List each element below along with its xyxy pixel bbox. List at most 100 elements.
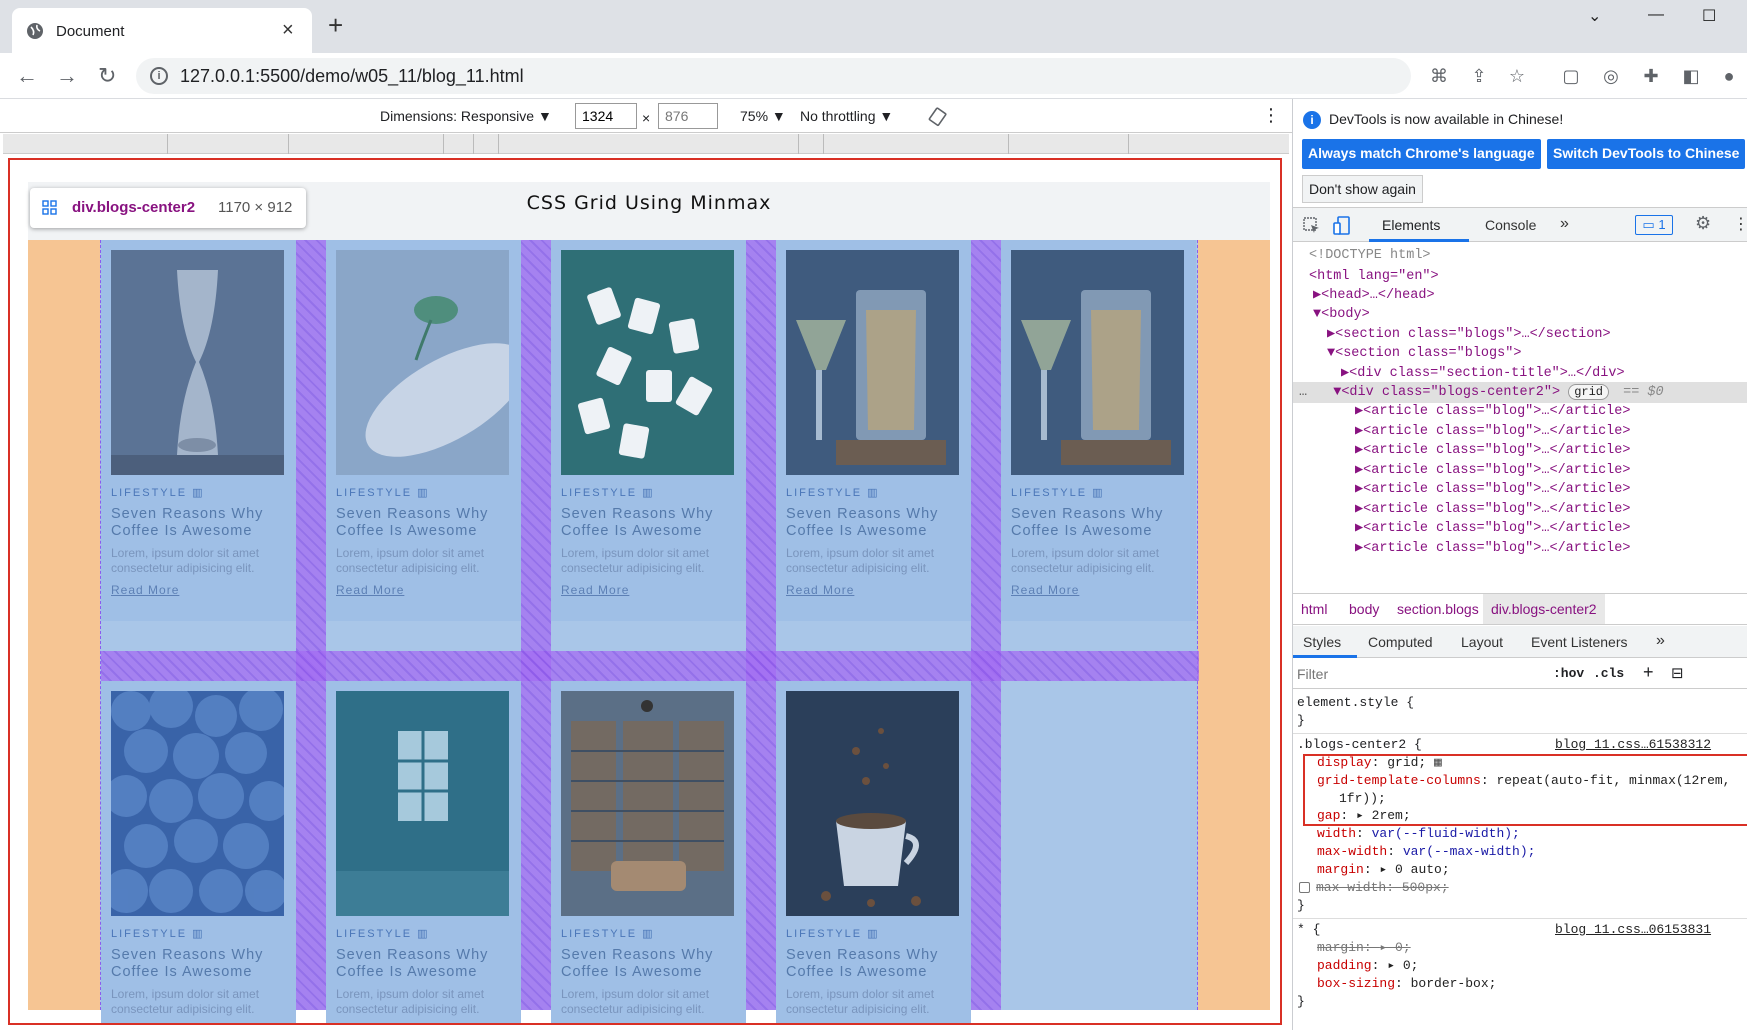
devtools-menu-icon[interactable]: ⋮ xyxy=(1733,214,1747,234)
dom-article[interactable]: ▶<article class="blog">…</article> xyxy=(1355,499,1630,520)
issues-badge[interactable]: ▭ 1 xyxy=(1635,215,1673,235)
grid-badge[interactable]: grid xyxy=(1568,384,1609,400)
dom-article[interactable]: ▶<article class="blog">…</article> xyxy=(1355,518,1630,539)
css-prop-max-width-overridden[interactable]: max-width: 500px; xyxy=(1299,879,1449,897)
viewport-height-input[interactable] xyxy=(658,103,718,129)
minimize-button[interactable]: — xyxy=(1648,6,1664,24)
inspect-element-icon[interactable] xyxy=(1303,217,1321,235)
dont-show-again-button[interactable]: Don't show again xyxy=(1302,175,1423,203)
maximize-button[interactable]: ☐ xyxy=(1702,6,1716,26)
zoom-dropdown[interactable]: 75% ▼ xyxy=(740,108,786,124)
css-prop-display[interactable]: display: grid; ▦ xyxy=(1317,754,1442,772)
back-icon[interactable]: ← xyxy=(16,63,38,89)
dom-article[interactable]: ▶<article class="blog">…</article> xyxy=(1355,460,1630,481)
property-checkbox[interactable] xyxy=(1299,882,1310,894)
extension-1-icon[interactable]: ▢ xyxy=(1560,65,1582,87)
cls-toggle[interactable]: .cls xyxy=(1593,666,1624,681)
read-more-link[interactable]: Read More xyxy=(561,1024,629,1025)
reload-icon[interactable]: ↻ xyxy=(98,63,116,89)
dom-head[interactable]: ▶<head>…</head> xyxy=(1313,285,1435,306)
styles-filter-input[interactable] xyxy=(1297,662,1537,686)
read-more-link[interactable]: Read More xyxy=(111,583,179,597)
site-info-icon[interactable]: i xyxy=(150,67,168,85)
breadcrumb-blogs-center2[interactable]: div.blogs-center2 xyxy=(1491,601,1597,617)
dom-html[interactable]: <html lang="en"> xyxy=(1309,266,1439,287)
breadcrumb-section[interactable]: section.blogs xyxy=(1397,601,1479,617)
tab-search-icon[interactable]: ⌄ xyxy=(1588,6,1601,26)
read-more-link[interactable]: Read More xyxy=(336,583,404,597)
side-panel-icon[interactable]: ◧ xyxy=(1680,65,1702,87)
extension-2-icon[interactable]: ◎ xyxy=(1600,65,1622,87)
dom-article[interactable]: ▶<article class="blog">…</article> xyxy=(1355,421,1630,442)
read-more-link[interactable]: Read More xyxy=(786,583,854,597)
dom-section-title[interactable]: ▶<div class="section-title">…</div> xyxy=(1341,363,1625,384)
bookmark-star-icon[interactable]: ☆ xyxy=(1506,65,1528,87)
dom-section-1[interactable]: ▶<section class="blogs">…</section> xyxy=(1327,324,1611,345)
dom-body[interactable]: ▼<body> xyxy=(1313,304,1370,325)
hov-toggle[interactable]: :hov xyxy=(1553,666,1584,681)
more-style-tabs-icon[interactable]: » xyxy=(1656,632,1665,650)
forward-icon[interactable]: → xyxy=(56,63,78,89)
device-toolbar-more-icon[interactable]: ⋮ xyxy=(1262,105,1280,126)
browser-tab[interactable]: Document × xyxy=(12,8,312,53)
rule-source-link[interactable]: blog_11.css…61538312 xyxy=(1555,736,1711,754)
tab-styles[interactable]: Styles xyxy=(1303,634,1341,650)
dimensions-dropdown[interactable]: Dimensions: Responsive ▼ xyxy=(380,108,552,124)
css-prop-gap[interactable]: gap: ▸ 2rem; xyxy=(1317,807,1411,825)
new-rule-plus-icon[interactable]: + xyxy=(1643,662,1654,683)
grid-editor-icon[interactable]: ▦ xyxy=(1434,755,1442,770)
dom-blogs-center2-selected[interactable]: … ▼<div class="blogs-center2"> grid == $… xyxy=(1293,382,1747,403)
computed-sidebar-icon[interactable]: ⊟ xyxy=(1671,664,1684,682)
css-prop-box-sizing[interactable]: box-sizing: border-box; xyxy=(1317,975,1496,993)
collapse-arrow-icon[interactable]: ▼ xyxy=(1313,307,1321,322)
switch-chinese-button[interactable]: Switch DevTools to Chinese xyxy=(1547,139,1746,169)
match-language-button[interactable]: Always match Chrome's language xyxy=(1302,139,1541,169)
tab-elements[interactable]: Elements xyxy=(1382,217,1440,233)
new-tab-button[interactable]: + xyxy=(328,12,343,38)
device-mode-icon[interactable] xyxy=(1333,216,1351,236)
viewport-width-input[interactable] xyxy=(575,103,637,129)
share-icon[interactable]: ⇪ xyxy=(1468,65,1490,87)
rule-source-link[interactable]: blog_11.css…06153831 xyxy=(1555,921,1711,939)
dom-section-2[interactable]: ▼<section class="blogs"> xyxy=(1327,343,1521,364)
profile-avatar-icon[interactable]: ● xyxy=(1718,65,1740,87)
rule-selector-universal[interactable]: * { xyxy=(1297,921,1320,939)
css-prop-width[interactable]: width: var(--fluid-width); xyxy=(1317,825,1520,843)
dom-doctype[interactable]: <!DOCTYPE html> xyxy=(1309,245,1431,266)
css-prop-margin[interactable]: margin: ▸ 0 auto; xyxy=(1317,861,1450,879)
css-prop-grid-template-columns[interactable]: grid-template-columns: repeat(auto-fit, … xyxy=(1317,772,1730,790)
css-prop-margin-overridden[interactable]: margin: ▸ 0; xyxy=(1317,939,1411,957)
collapse-arrow-icon[interactable]: ▼ xyxy=(1327,346,1335,361)
read-more-link[interactable]: Read More xyxy=(786,1024,854,1025)
expand-arrow-icon[interactable]: ▶ xyxy=(1341,366,1349,381)
address-bar[interactable]: i 127.0.0.1:5500/demo/w05_11/blog_11.htm… xyxy=(136,58,1525,94)
read-more-link[interactable]: Read More xyxy=(336,1024,404,1025)
more-tabs-icon[interactable]: » xyxy=(1560,215,1569,233)
tab-event-listeners[interactable]: Event Listeners xyxy=(1531,634,1628,650)
translate-icon[interactable]: ⌘ xyxy=(1428,65,1450,87)
tab-console[interactable]: Console xyxy=(1485,217,1536,233)
css-prop-max-width[interactable]: max-width: var(--max-width); xyxy=(1317,843,1535,861)
throttling-dropdown[interactable]: No throttling ▼ xyxy=(800,108,893,124)
url-text[interactable]: 127.0.0.1:5500/demo/w05_11/blog_11.html xyxy=(180,66,524,87)
element-style-rule[interactable]: element.style { xyxy=(1297,694,1414,712)
rotate-icon[interactable] xyxy=(928,107,948,127)
tab-close-icon[interactable]: × xyxy=(282,19,294,42)
extensions-puzzle-icon[interactable]: ✚ xyxy=(1640,65,1662,87)
css-prop-padding[interactable]: padding: ▸ 0; xyxy=(1317,957,1418,975)
settings-gear-icon[interactable]: ⚙ xyxy=(1695,213,1711,234)
expand-arrow-icon[interactable]: ▶ xyxy=(1313,288,1321,303)
read-more-link[interactable]: Read More xyxy=(561,583,629,597)
breadcrumb-body[interactable]: body xyxy=(1349,601,1379,617)
breadcrumb-html[interactable]: html xyxy=(1301,601,1327,617)
read-more-link[interactable]: Read More xyxy=(1011,583,1079,597)
tab-layout[interactable]: Layout xyxy=(1461,634,1503,650)
dom-article[interactable]: ▶<article class="blog">…</article> xyxy=(1355,440,1630,461)
tab-computed[interactable]: Computed xyxy=(1368,634,1433,650)
expand-arrow-icon[interactable]: ▶ xyxy=(1327,327,1335,342)
read-more-link[interactable]: Read More xyxy=(111,1024,179,1025)
rule-selector[interactable]: .blogs-center2 { xyxy=(1297,736,1422,754)
dom-article[interactable]: ▶<article class="blog">…</article> xyxy=(1355,401,1630,422)
dom-article[interactable]: ▶<article class="blog">…</article> xyxy=(1355,479,1630,500)
dom-article[interactable]: ▶<article class="blog">…</article> xyxy=(1355,538,1630,559)
